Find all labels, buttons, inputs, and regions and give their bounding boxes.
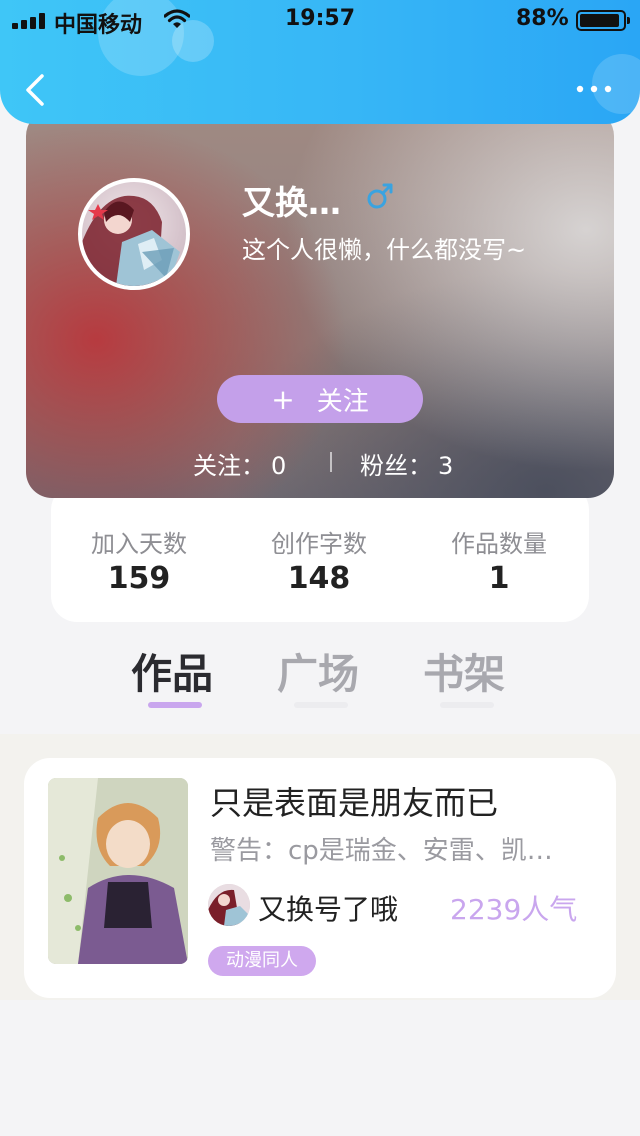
fans-value: 3: [438, 452, 454, 480]
profile-bio: 这个人很懒，什么都没写~: [242, 236, 527, 264]
work-card[interactable]: 只是表面是朋友而已 警告：cp是瑞金、安雷、凯… 又换号了哦 2239人气 动漫…: [24, 758, 616, 998]
fans-label: 粉丝：: [360, 452, 432, 480]
stat-works-count: 作品数量 1: [419, 524, 579, 596]
following-value: 0: [271, 452, 287, 480]
work-title: 只是表面是朋友而已: [210, 784, 499, 822]
follow-stats: 关注： 0 粉丝： 3: [26, 446, 614, 480]
stats-card: 加入天数 159 创作字数 148 作品数量 1: [51, 484, 589, 622]
battery-icon: [576, 10, 630, 31]
work-description: 警告：cp是瑞金、安雷、凯…: [210, 836, 553, 866]
following-label: 关注：: [193, 452, 265, 480]
tab-indicator-active: [148, 702, 202, 708]
cover-illustration: [48, 778, 188, 964]
popularity-count: 2239人气: [450, 893, 578, 926]
following-count[interactable]: 关注： 0: [193, 446, 286, 481]
back-button[interactable]: [18, 70, 52, 110]
stat-label: 作品数量: [451, 530, 547, 558]
more-options-button[interactable]: [572, 78, 616, 100]
follow-button-label: 关注: [316, 386, 369, 417]
tab-plaza[interactable]: 广场: [268, 640, 368, 700]
tab-indicator: [294, 702, 348, 708]
avatar-illustration: [82, 195, 180, 286]
stat-label: 加入天数: [91, 530, 187, 558]
fans-count[interactable]: 粉丝： 3: [360, 446, 453, 481]
tab-works[interactable]: 作品: [122, 640, 222, 700]
stat-join-days: 加入天数 159: [59, 524, 219, 596]
male-icon: [367, 183, 393, 209]
category-tag: 动漫同人: [208, 946, 316, 976]
top-header: 中国移动 19:57 88%: [0, 0, 640, 124]
profile-banner: 又换… 这个人很懒，什么都没写~ + 关注 关注： 0 粉丝： 3: [26, 110, 614, 498]
content-tabs: 作品 广场 书架: [0, 640, 640, 720]
stat-value: 159: [107, 561, 171, 596]
follow-button[interactable]: + 关注: [217, 375, 423, 423]
stat-word-count: 创作字数 148: [239, 524, 399, 596]
plus-icon: +: [271, 382, 295, 416]
stat-value: 1: [488, 561, 510, 596]
battery-percent: 88%: [516, 6, 569, 31]
tab-indicator: [440, 702, 494, 708]
author-name: 又换号了哦: [258, 893, 399, 926]
divider: [330, 452, 332, 472]
tab-bookshelf[interactable]: 书架: [414, 640, 514, 700]
author-avatar: [208, 884, 250, 926]
stat-label: 创作字数: [271, 530, 367, 558]
stat-value: 148: [287, 561, 351, 596]
avatar[interactable]: [78, 178, 190, 290]
work-cover-image: [48, 778, 188, 964]
username: 又换…: [242, 183, 341, 222]
status-bar: 中国移动 19:57 88%: [0, 0, 640, 40]
